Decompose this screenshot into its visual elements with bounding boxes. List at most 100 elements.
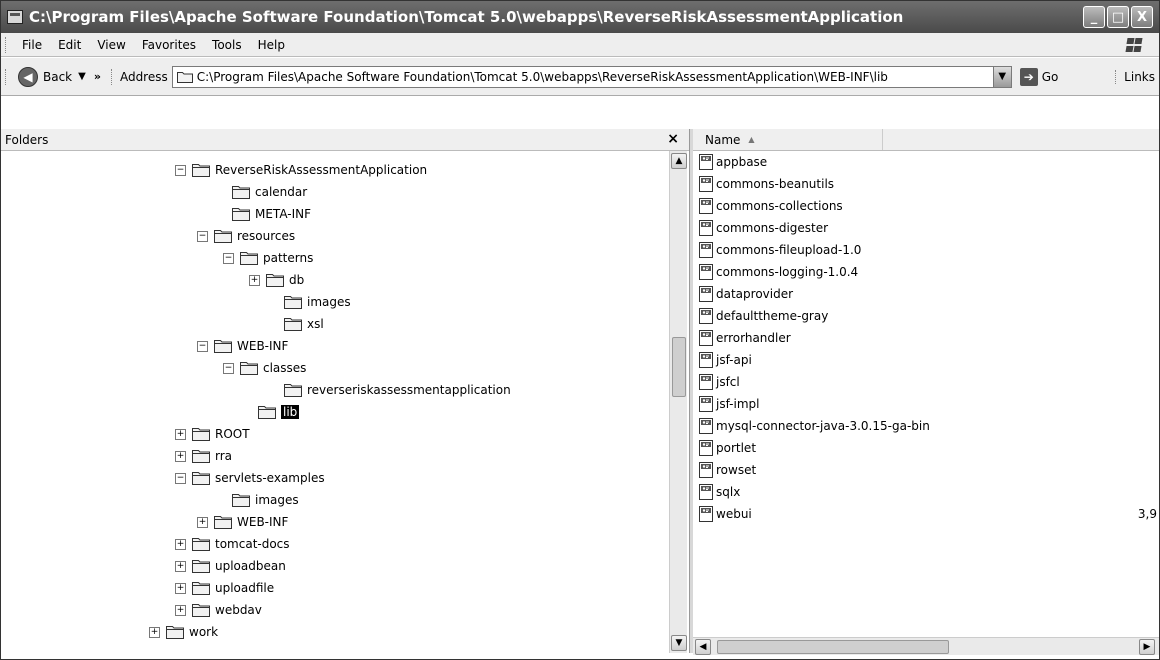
file-row[interactable]: commons-logging-1.0.4 bbox=[693, 261, 1159, 283]
address-label: Address bbox=[119, 69, 168, 84]
tree-node[interactable]: − ReverseRiskAssessmentApplication bbox=[175, 159, 427, 181]
menu-file[interactable]: File bbox=[14, 38, 50, 52]
file-name: commons-collections bbox=[716, 199, 843, 213]
tree-node[interactable]: − resources bbox=[197, 225, 295, 247]
tree-node[interactable]: reverseriskassessmentapplication bbox=[284, 379, 511, 401]
file-row[interactable]: jsf-api bbox=[693, 349, 1159, 371]
collapse-icon[interactable]: − bbox=[223, 252, 234, 264]
tree-node[interactable]: images bbox=[284, 291, 351, 313]
toolbar-overflow-button[interactable]: » bbox=[94, 70, 101, 83]
back-dropdown-icon[interactable]: ▼ bbox=[78, 71, 86, 82]
tree-node[interactable]: − classes bbox=[223, 357, 306, 379]
file-row[interactable]: commons-fileupload-1.0 bbox=[693, 239, 1159, 261]
go-button[interactable]: ➔ Go bbox=[1019, 67, 1058, 86]
back-button[interactable]: ◀ Back ▼ bbox=[18, 66, 86, 87]
tree-node[interactable]: − WEB-INF bbox=[197, 335, 288, 357]
close-button[interactable]: X bbox=[1131, 6, 1153, 28]
tree-node[interactable]: + uploadbean bbox=[175, 555, 286, 577]
scroll-right-icon[interactable]: ▶ bbox=[1139, 639, 1155, 655]
column-header-name[interactable]: Name ▲ bbox=[693, 129, 883, 150]
menu-favorites[interactable]: Favorites bbox=[134, 38, 204, 52]
minimize-button[interactable]: _ bbox=[1083, 6, 1105, 28]
collapse-icon[interactable]: − bbox=[175, 472, 186, 484]
file-row[interactable]: webui 3,9 bbox=[693, 503, 1159, 525]
expand-icon[interactable]: + bbox=[197, 516, 208, 528]
expand-icon[interactable]: + bbox=[149, 626, 160, 638]
file-row[interactable]: jsf-impl bbox=[693, 393, 1159, 415]
tree-node[interactable]: − patterns bbox=[223, 247, 313, 269]
collapse-icon[interactable]: − bbox=[197, 340, 208, 352]
toolbar-grip[interactable] bbox=[110, 68, 114, 85]
tree-node-label: ROOT bbox=[215, 427, 250, 441]
tree-node[interactable]: calendar bbox=[232, 181, 307, 203]
column-name-label: Name bbox=[705, 132, 741, 147]
file-name: commons-digester bbox=[716, 221, 829, 235]
folder-icon bbox=[284, 318, 302, 331]
file-row[interactable]: portlet bbox=[693, 437, 1159, 459]
menu-view[interactable]: View bbox=[89, 38, 133, 52]
close-pane-icon[interactable]: × bbox=[667, 131, 679, 147]
tree-node[interactable]: images bbox=[232, 489, 299, 511]
expand-icon[interactable]: + bbox=[175, 450, 186, 462]
file-row[interactable]: rowset bbox=[693, 459, 1159, 481]
scroll-down-icon[interactable]: ▼ bbox=[671, 635, 687, 651]
file-row[interactable]: defaulttheme-gray bbox=[693, 305, 1159, 327]
expand-icon[interactable]: + bbox=[249, 274, 260, 286]
tree-node-label: resources bbox=[237, 229, 296, 243]
toolbar-grip[interactable] bbox=[5, 36, 8, 53]
toolbar-grip[interactable] bbox=[5, 68, 8, 85]
menu-help[interactable]: Help bbox=[250, 38, 293, 52]
window-title: C:\Program Files\Apache Software Foundat… bbox=[29, 8, 904, 26]
file-row[interactable]: sqlx bbox=[693, 481, 1159, 503]
address-dropdown-icon[interactable]: ▼ bbox=[992, 66, 1011, 87]
jar-file-icon bbox=[699, 440, 713, 456]
file-list-header: Name ▲ bbox=[693, 129, 1159, 151]
tree-node[interactable]: lib bbox=[258, 401, 300, 423]
tree-node[interactable]: + WEB-INF bbox=[197, 511, 288, 533]
tree-node[interactable]: xsl bbox=[284, 313, 324, 335]
file-list-hscrollbar[interactable]: ◀ ▶ bbox=[693, 637, 1159, 655]
collapse-icon[interactable]: − bbox=[223, 362, 234, 374]
tree-node[interactable]: + ROOT bbox=[175, 423, 250, 445]
menu-edit[interactable]: Edit bbox=[50, 38, 89, 52]
jar-file-icon bbox=[699, 462, 713, 478]
file-row[interactable]: errorhandler bbox=[693, 327, 1159, 349]
file-row[interactable]: jsfcl bbox=[693, 371, 1159, 393]
scroll-left-icon[interactable]: ◀ bbox=[695, 639, 711, 655]
tree-node-label: WEB-INF bbox=[237, 515, 289, 529]
hscroll-thumb[interactable] bbox=[717, 640, 949, 654]
tree-node[interactable]: + webdav bbox=[175, 599, 262, 621]
tree-node[interactable]: META-INF bbox=[232, 203, 311, 225]
file-row[interactable]: dataprovider bbox=[693, 283, 1159, 305]
expand-icon[interactable]: + bbox=[175, 582, 186, 594]
file-name: dataprovider bbox=[716, 287, 794, 301]
file-row[interactable]: commons-collections bbox=[693, 195, 1159, 217]
file-row[interactable]: appbase bbox=[693, 151, 1159, 173]
file-row[interactable]: mysql-connector-java-3.0.15-ga-bin bbox=[693, 415, 1159, 437]
expand-icon[interactable]: + bbox=[175, 604, 186, 616]
tree-node[interactable]: + uploadfile bbox=[175, 577, 274, 599]
file-row[interactable]: commons-digester bbox=[693, 217, 1159, 239]
scroll-thumb[interactable] bbox=[672, 337, 686, 397]
collapse-icon[interactable]: − bbox=[175, 164, 186, 176]
links-button[interactable]: Links bbox=[1115, 69, 1155, 84]
tree-node[interactable]: + tomcat-docs bbox=[175, 533, 290, 555]
expand-icon[interactable]: + bbox=[175, 538, 186, 550]
address-toolbar: ◀ Back ▼ » Address C:\Program Files\Apac… bbox=[1, 58, 1159, 96]
jar-file-icon bbox=[699, 242, 713, 258]
tree-node[interactable]: + db bbox=[249, 269, 304, 291]
scroll-up-icon[interactable]: ▲ bbox=[671, 153, 687, 169]
tree-node[interactable]: − servlets-examples bbox=[175, 467, 325, 489]
file-row[interactable]: commons-beanutils bbox=[693, 173, 1159, 195]
file-size: 3,9 bbox=[1137, 507, 1157, 521]
tree-node[interactable]: + rra bbox=[175, 445, 232, 467]
maximize-button[interactable]: □ bbox=[1107, 6, 1129, 28]
title-bar[interactable]: C:\Program Files\Apache Software Foundat… bbox=[1, 1, 1159, 33]
tree-node[interactable]: + work bbox=[149, 621, 218, 643]
menu-tools[interactable]: Tools bbox=[204, 38, 250, 52]
collapse-icon[interactable]: − bbox=[197, 230, 208, 242]
expand-icon[interactable]: + bbox=[175, 560, 186, 572]
address-input[interactable]: C:\Program Files\Apache Software Foundat… bbox=[171, 65, 1012, 88]
folder-tree-scrollbar[interactable]: ▲ ▼ bbox=[669, 151, 687, 653]
expand-icon[interactable]: + bbox=[175, 428, 186, 440]
